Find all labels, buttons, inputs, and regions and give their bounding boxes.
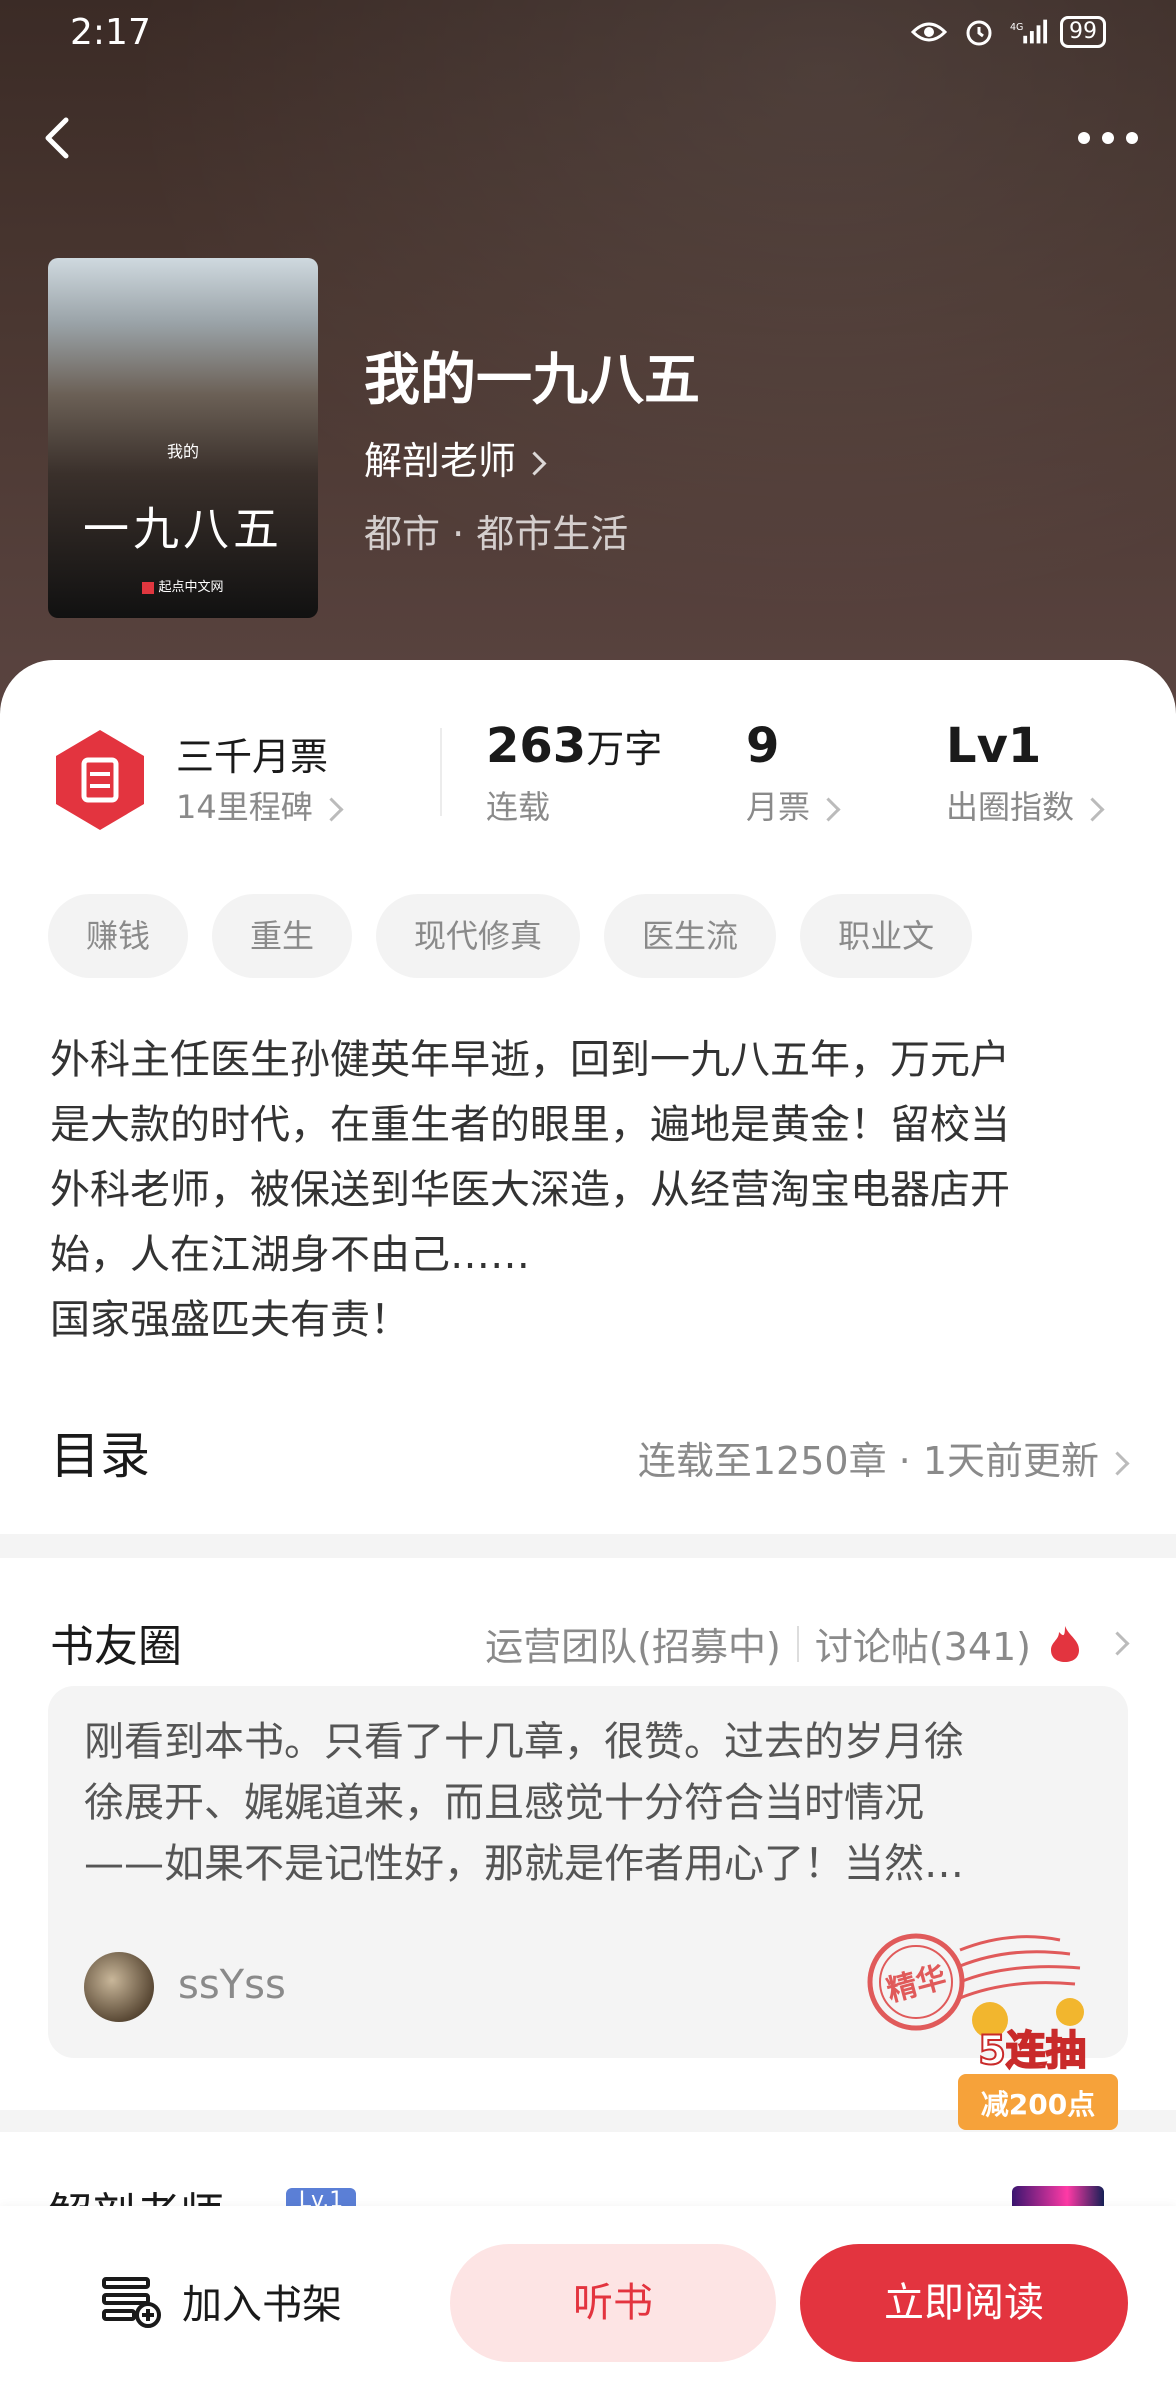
book-genre: 都市 · 都市生活: [364, 512, 629, 556]
signal-icon: 4G: [1010, 17, 1048, 47]
monthly-ticket-stat[interactable]: 9 月票: [746, 718, 841, 828]
influence-index-stat[interactable]: Lv1 出圈指数: [946, 718, 1105, 828]
circle-title: 书友圈: [50, 1621, 182, 1672]
author-link[interactable]: 解剖老师: [364, 430, 547, 485]
chevron-right-icon: [319, 796, 344, 822]
cover-subtitle: 我的: [166, 442, 199, 461]
book-cover[interactable]: 我的 一九八五 起点中文网: [48, 258, 318, 618]
author-name: 解剖老师: [364, 439, 517, 483]
more-button[interactable]: [1068, 108, 1148, 168]
add-to-shelf-label: 加入书架: [182, 2282, 342, 2328]
toc-title: 目录: [50, 1427, 150, 1485]
fire-icon: [1051, 1625, 1079, 1662]
book-circle-header: 书友圈 运营团队(招募中) 讨论帖(341): [50, 1610, 1130, 1680]
promo-lottery-badge[interactable]: 5连抽 减200点: [950, 1990, 1130, 2140]
chevron-right-icon: [1105, 1451, 1130, 1476]
toc-update-info: 连载至1250章 · 1天前更新: [638, 1430, 1130, 1485]
promo-subtext: 减200点: [981, 2088, 1095, 2121]
chevron-right-icon: [816, 796, 841, 822]
stamp-label: 精华: [883, 1960, 950, 2009]
stats-row: 三千月票 14里程碑 263万字 连载 9 月票 Lv1 出圈指数: [0, 712, 1176, 842]
section-separator: [0, 1534, 1176, 1558]
listen-button[interactable]: 听书: [450, 2244, 776, 2362]
eye-icon: [910, 17, 948, 47]
post-content: 刚看到本书。只看了十几章，很赞。过去的岁月徐 徐展开、娓娓道来，而且感觉十分符合…: [84, 1719, 964, 1887]
back-arrow-icon: [45, 117, 69, 159]
alarm-icon: [960, 17, 998, 47]
tag-chip[interactable]: 医生流: [604, 894, 777, 978]
tag-chip[interactable]: 赚钱: [48, 894, 189, 978]
chevron-right-icon[interactable]: [1105, 1631, 1130, 1656]
book-title: 我的一九八五: [364, 347, 700, 413]
milestone-title[interactable]: 三千月票: [176, 726, 328, 781]
bottom-action-bar: 加入书架 听书 立即阅读: [0, 2206, 1176, 2400]
chevron-right-icon: [1080, 796, 1105, 822]
tag-chip[interactable]: 职业文: [800, 894, 973, 978]
book-description[interactable]: 外科主任医生孙健英年早逝，回到一九八五年，万元户 是大款的时代，在重生者的眼里，…: [50, 1028, 1140, 1353]
link-divider: [796, 1625, 799, 1662]
add-to-shelf-button[interactable]: 加入书架: [100, 2272, 342, 2330]
milestone-badge-icon[interactable]: [52, 728, 148, 832]
milestone-link[interactable]: 14里程碑: [176, 782, 344, 828]
promo-headline: 5连抽: [978, 2028, 1086, 2074]
bookshelf-add-icon: [102, 2277, 161, 2328]
status-time: 2:17: [70, 12, 151, 53]
tag-chip[interactable]: 现代修真: [376, 894, 581, 978]
cover-title: 一九八五: [83, 502, 283, 556]
stats-divider: [440, 728, 442, 816]
avatar[interactable]: [84, 1952, 154, 2022]
battery-indicator: 99: [1060, 16, 1106, 48]
status-bar: 2:17 4G 99: [0, 0, 1176, 70]
read-now-button[interactable]: 立即阅读: [800, 2244, 1128, 2362]
tag-list: 赚钱 重生 现代修真 医生流 职业文: [48, 894, 973, 978]
table-of-contents-row[interactable]: 目录 连载至1250章 · 1天前更新: [50, 1412, 1130, 1492]
post-username[interactable]: ssYss: [178, 1962, 286, 2008]
back-button[interactable]: [28, 108, 88, 168]
chevron-right-icon: [522, 451, 547, 476]
cover-publisher-logo: 起点中文网: [48, 576, 318, 595]
word-count-stat: 263万字 连载: [486, 718, 663, 826]
more-dots-icon: [1078, 132, 1138, 144]
discussion-posts-link[interactable]: 讨论帖(341): [815, 1616, 1031, 1671]
svg-text:4G: 4G: [1010, 22, 1023, 33]
tag-chip[interactable]: 重生: [212, 894, 353, 978]
top-navigation: [0, 100, 1176, 180]
operations-team-link[interactable]: 运营团队(招募中): [485, 1616, 781, 1671]
